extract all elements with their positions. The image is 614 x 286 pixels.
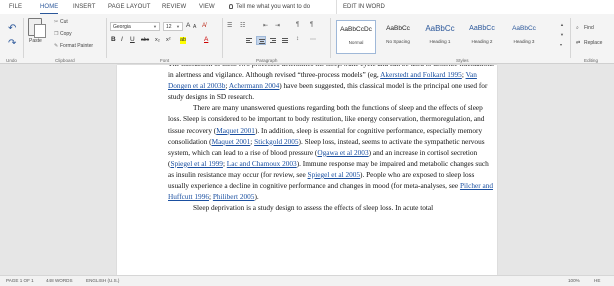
increase-indent-icon[interactable]: ⇥ <box>275 22 280 29</box>
format-painter-button[interactable]: ✎ Format Painter <box>54 43 93 49</box>
tab-page-layout[interactable]: PAGE LAYOUT <box>108 0 151 14</box>
subscript-button[interactable]: x₂ <box>155 35 160 45</box>
citation-link[interactable]: Stickgold 2005 <box>254 137 298 146</box>
style-normal[interactable]: AaBbCcDc Normal <box>336 20 376 54</box>
chevron-down-icon: ▼ <box>153 24 157 29</box>
cut-button[interactable]: ✂ Cut <box>54 19 68 25</box>
citation-link[interactable]: Spiegel et al 1999 <box>170 159 223 168</box>
document-body[interactable]: The interaction of these two processes d… <box>168 65 494 213</box>
paragraph-3: Sleep deprivation is a study design to a… <box>168 202 494 213</box>
find-button[interactable]: ⌕ Find <box>576 25 594 31</box>
language-indicator[interactable]: ENGLISH (U.S.) <box>86 276 119 286</box>
search-icon: ⌕ <box>576 25 579 31</box>
clear-formatting-icon[interactable]: A̸ <box>202 21 206 31</box>
paragraph-group-label: Paragraph <box>256 58 278 63</box>
clipboard-group-label: Clipboard <box>55 58 75 63</box>
body-text: Sleep deprivation is a study design to a… <box>193 203 434 213</box>
ribbon-tabs: FILE HOME INSERT PAGE LAYOUT REVIEW VIEW… <box>0 0 614 14</box>
citation-link[interactable]: Maquet 2001 <box>212 137 251 146</box>
font-family-select[interactable]: Georgia ▼ <box>110 22 160 31</box>
replace-button[interactable]: ⇄ Replace <box>576 40 602 46</box>
body-text: ). <box>254 192 259 202</box>
status-bar: PAGE 1 OF 1 448 WORDS ENGLISH (U.S.) 100… <box>0 275 614 286</box>
divider <box>330 18 331 58</box>
document-page[interactable]: The interaction of these two processes d… <box>117 65 497 275</box>
citation-link[interactable]: Philibert 2005 <box>213 192 255 201</box>
citation-link[interactable]: Achermann 2004 <box>229 81 279 90</box>
more-styles-icon[interactable]: ▾ <box>560 42 562 47</box>
scroll-up-icon[interactable]: ▲ <box>560 22 564 27</box>
style-heading-1[interactable]: AaBbCc Heading 1 <box>420 20 460 54</box>
align-left-button[interactable] <box>244 36 254 45</box>
replace-icon: ⇄ <box>576 40 581 46</box>
citation-link[interactable]: Ogawa et al 2003 <box>317 148 368 157</box>
italic-button[interactable]: I <box>121 35 123 45</box>
divider <box>106 18 107 58</box>
citation-link[interactable]: Akerstedt and Folkard 1995 <box>380 70 462 79</box>
font-group-label: Font <box>160 58 170 63</box>
highlight-button[interactable]: ab <box>180 37 187 44</box>
chevron-down-icon: ▼ <box>176 24 180 29</box>
numbering-icon[interactable]: ☷ <box>240 22 245 29</box>
paragraph-settings-icon[interactable]: ⋯ <box>310 36 316 43</box>
ribbon: ↶ ↷ Undo Paste ✂ Cut ❐ Copy ✎ Format Painte… <box>0 14 614 64</box>
styles-group-label: Styles <box>456 58 469 63</box>
paste-button[interactable]: Paste <box>29 38 42 44</box>
font-size-select[interactable]: 12 ▼ <box>163 22 183 31</box>
underline-button[interactable]: U <box>130 35 135 45</box>
zoom-level[interactable]: 100% <box>568 276 580 286</box>
scroll-down-icon[interactable]: ▼ <box>560 32 564 37</box>
superscript-button[interactable]: x² <box>166 35 171 45</box>
tell-me-text: Tell me what you want to do <box>236 4 311 10</box>
shrink-font-button[interactable]: A <box>193 22 196 32</box>
citation-link[interactable]: Lac and Chamoux 2003 <box>227 159 297 168</box>
tell-me-box[interactable]: Tell me what you want to do <box>229 0 310 14</box>
style-no-spacing[interactable]: AaBbCc No Spacing <box>378 20 418 54</box>
decrease-indent-icon[interactable]: ⇤ <box>263 22 268 29</box>
line-spacing-icon[interactable]: ↕ <box>296 36 299 42</box>
undo-group-label: Undo <box>6 58 17 63</box>
paste-icon[interactable] <box>28 18 46 38</box>
rtl-icon[interactable]: ¶ <box>310 22 313 28</box>
grow-font-button[interactable]: A <box>186 21 190 31</box>
bullets-icon[interactable]: ☰ <box>227 22 232 29</box>
copy-button[interactable]: ❐ Copy <box>54 31 72 37</box>
editing-group-label: Editing <box>584 58 599 63</box>
paragraph-2: There are many unanswered questions rega… <box>168 102 494 202</box>
tab-file[interactable]: FILE <box>9 0 22 14</box>
tab-insert[interactable]: INSERT <box>73 0 96 14</box>
lightbulb-icon <box>229 4 233 9</box>
justify-button[interactable] <box>280 36 290 45</box>
tab-view[interactable]: VIEW <box>199 0 215 14</box>
strikethrough-button[interactable]: abc <box>141 35 149 45</box>
paragraph-1: The interaction of these two processes d… <box>168 65 494 102</box>
help-link[interactable]: HE <box>594 276 600 286</box>
style-heading-3[interactable]: AaBbCc Heading 3 <box>504 20 544 54</box>
undo-icon[interactable]: ↶ <box>8 23 16 34</box>
page-count: PAGE 1 OF 1 <box>6 278 34 283</box>
citation-link[interactable]: Spiegel et al 2005 <box>308 170 361 179</box>
word-count: 448 WORDS <box>46 278 73 283</box>
citation-link[interactable]: Maquet 2001 <box>216 126 255 135</box>
edit-in-word-button[interactable]: EDIT IN WORD <box>336 0 385 14</box>
align-right-button[interactable] <box>268 36 278 45</box>
divider <box>23 18 24 58</box>
ltr-icon[interactable]: ¶ <box>296 22 299 28</box>
bold-button[interactable]: B <box>111 35 116 45</box>
redo-icon[interactable]: ↷ <box>8 38 16 49</box>
tab-home[interactable]: HOME <box>40 0 59 14</box>
divider <box>222 18 223 58</box>
style-heading-2[interactable]: AaBbCc Heading 2 <box>462 20 502 54</box>
align-center-button[interactable] <box>256 36 266 45</box>
font-color-button[interactable]: A <box>204 35 208 45</box>
tab-review[interactable]: REVIEW <box>162 0 186 14</box>
divider <box>570 18 571 58</box>
